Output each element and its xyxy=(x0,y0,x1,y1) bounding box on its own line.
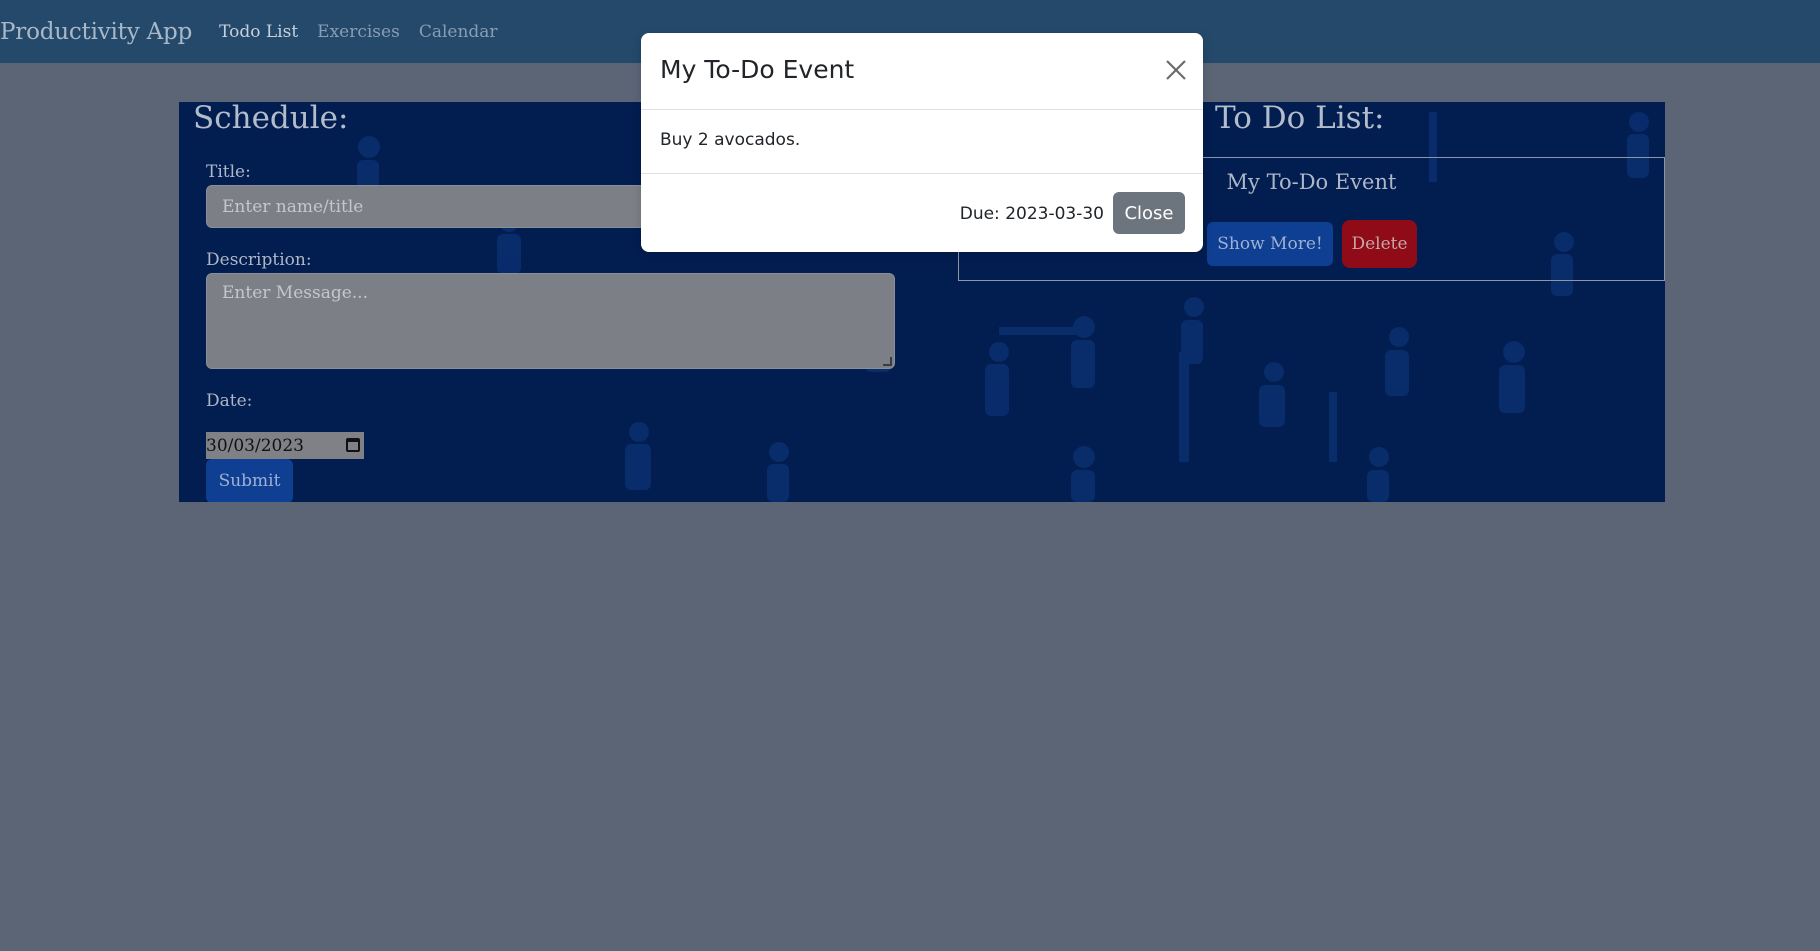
nav-links: Todo List Exercises Calendar xyxy=(219,22,497,42)
resize-handle-icon[interactable] xyxy=(883,357,892,366)
modal-title: My To-Do Event xyxy=(660,55,855,84)
close-button[interactable]: Close xyxy=(1113,192,1185,234)
submit-button[interactable]: Submit xyxy=(206,459,293,502)
date-input[interactable]: 30/03/2023 xyxy=(206,432,364,459)
date-value: 30/03/2023 xyxy=(206,435,304,456)
nav-link-exercises[interactable]: Exercises xyxy=(317,22,400,42)
description-textarea[interactable]: Enter Message... xyxy=(206,273,895,369)
show-more-button[interactable]: Show More! xyxy=(1207,222,1333,266)
modal-header: My To-Do Event xyxy=(641,33,1203,110)
description-label: Description: xyxy=(206,250,312,270)
due-date-text: Due: 2023-03-30 xyxy=(959,204,1104,224)
todo-event-modal: My To-Do Event Buy 2 avocados. Due: 2023… xyxy=(641,33,1203,252)
nav-link-todo-list[interactable]: Todo List xyxy=(219,22,298,42)
schedule-heading: Schedule: xyxy=(193,102,349,136)
todo-list-heading: To Do List: xyxy=(1215,102,1385,136)
brand-link[interactable]: Productivity App xyxy=(0,19,192,45)
date-label: Date: xyxy=(206,391,253,411)
modal-body: Buy 2 avocados. xyxy=(660,130,801,150)
title-label: Title: xyxy=(206,162,251,182)
title-input-placeholder: Enter name/title xyxy=(222,196,364,217)
nav-link-calendar[interactable]: Calendar xyxy=(419,22,498,42)
delete-button[interactable]: Delete xyxy=(1342,220,1417,268)
calendar-icon[interactable] xyxy=(346,438,360,452)
description-placeholder: Enter Message... xyxy=(222,283,368,303)
close-icon[interactable] xyxy=(1165,59,1187,81)
